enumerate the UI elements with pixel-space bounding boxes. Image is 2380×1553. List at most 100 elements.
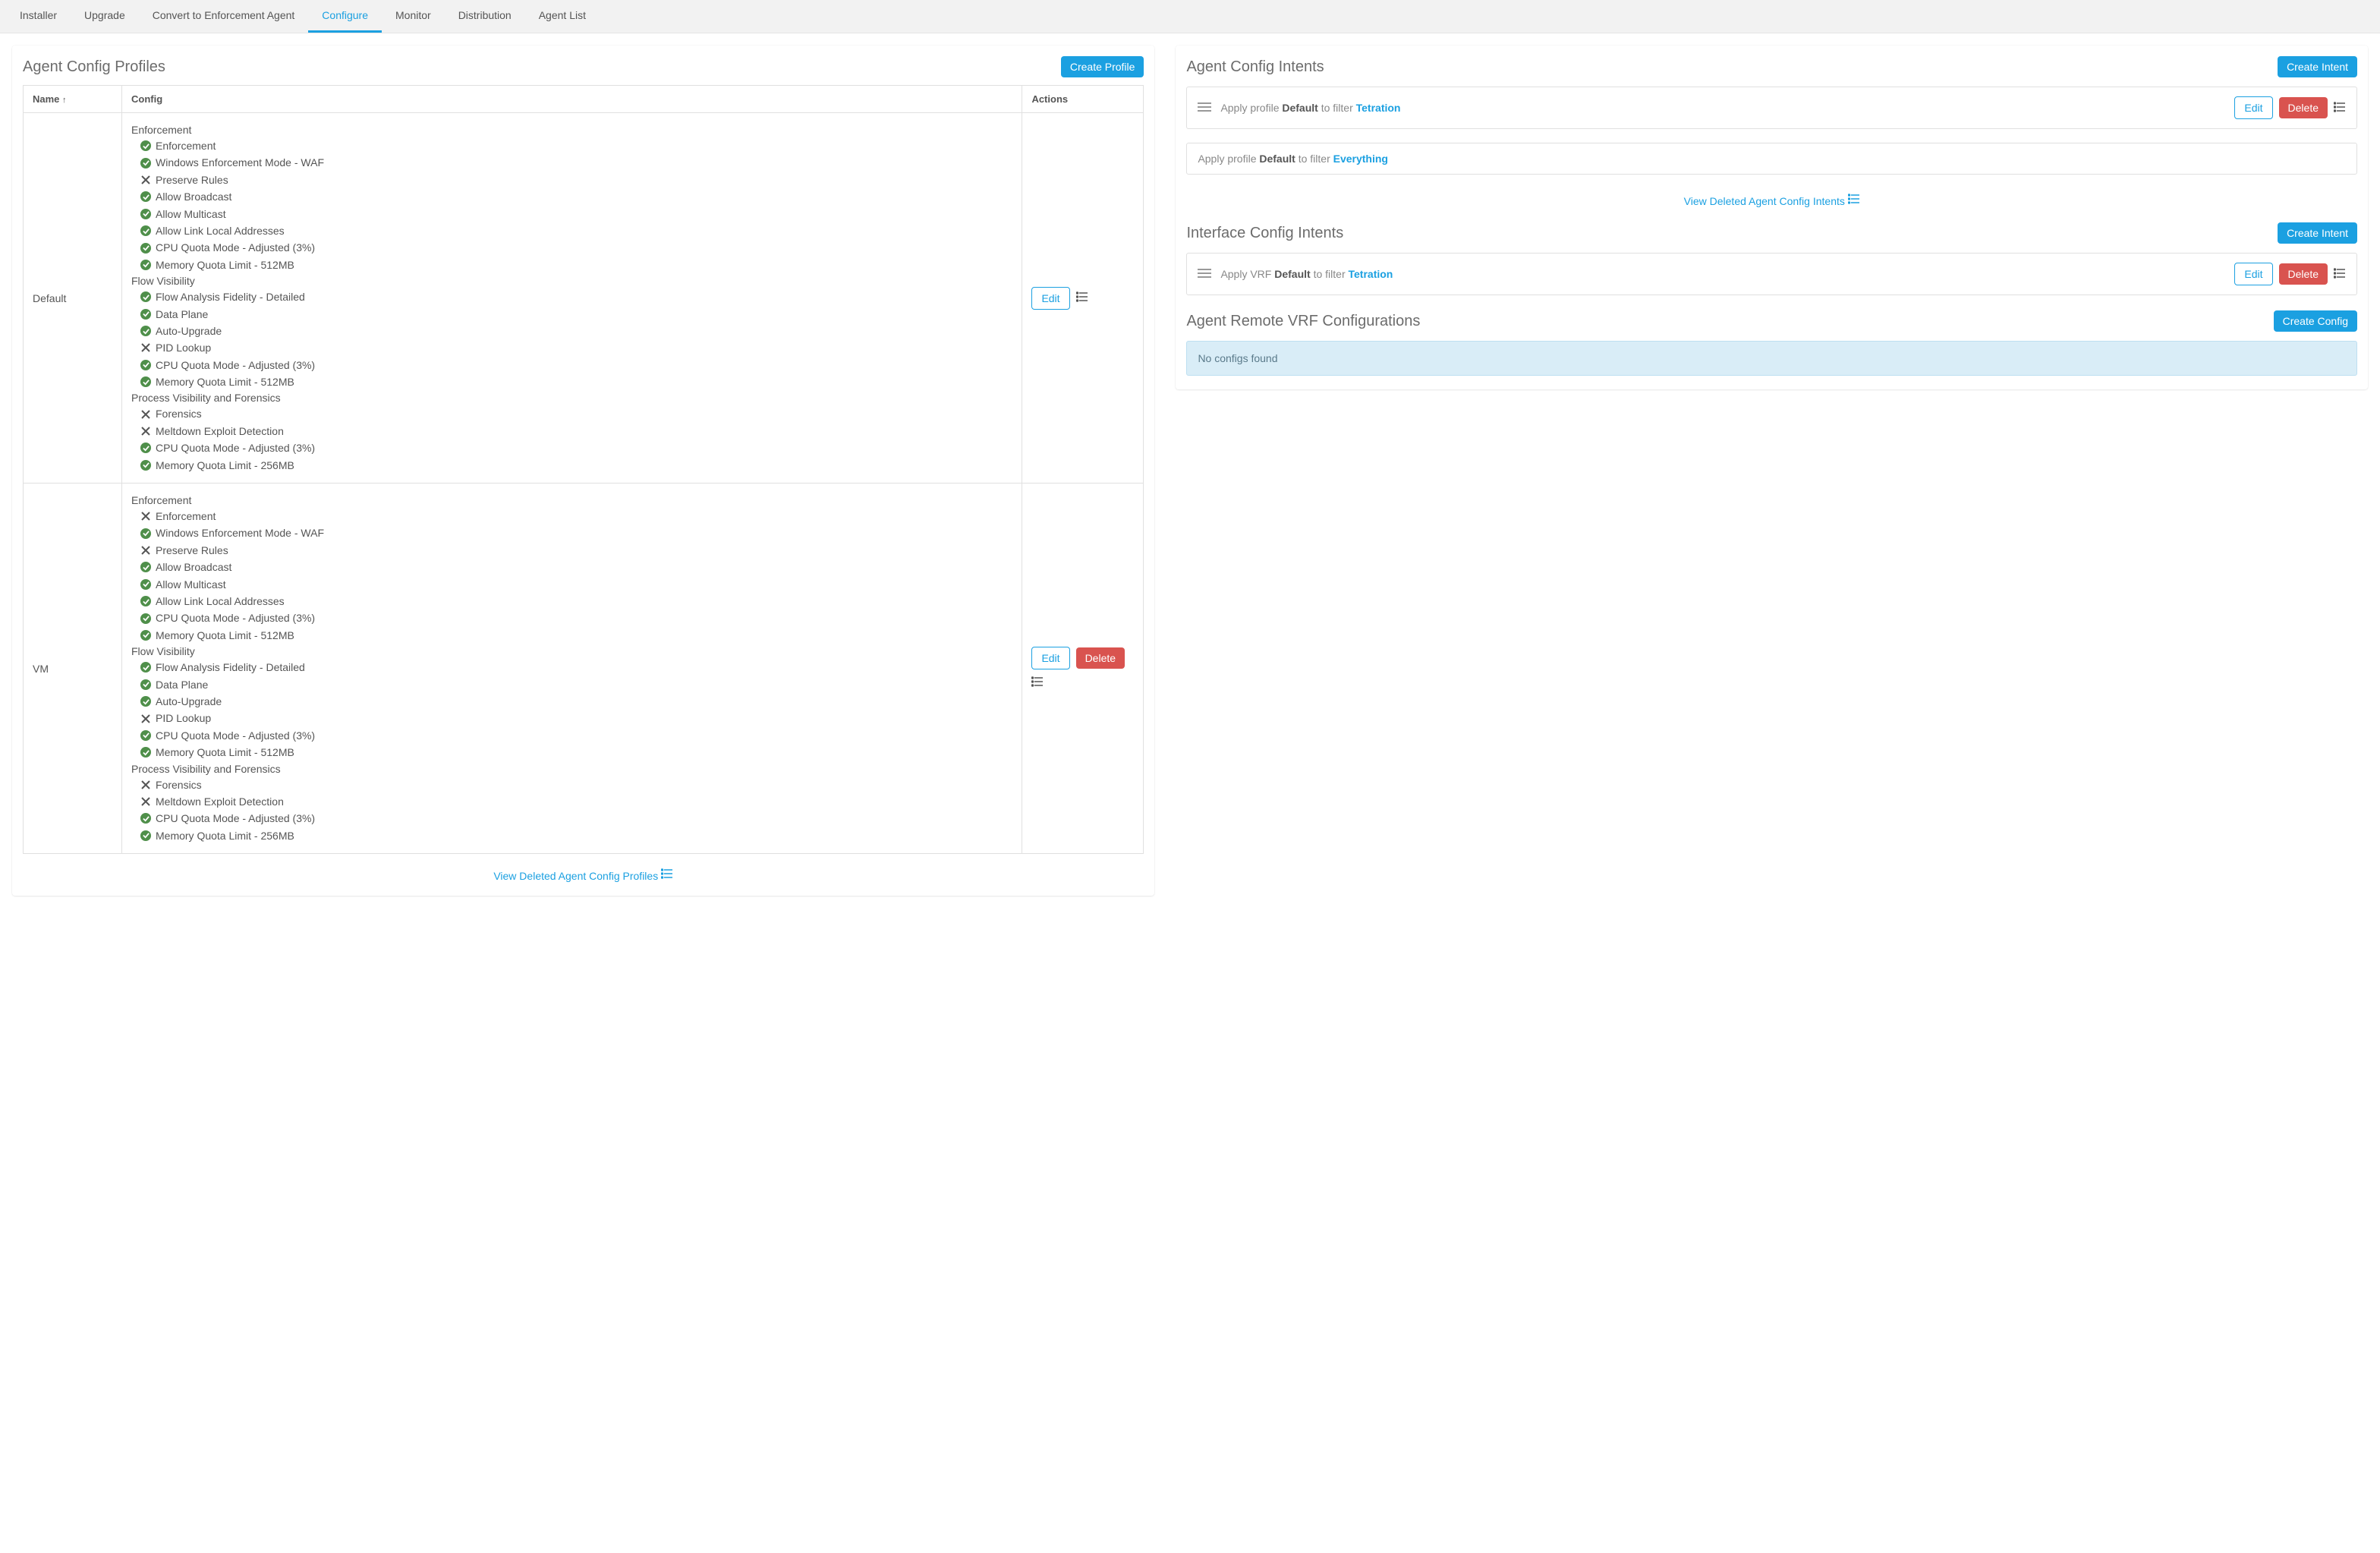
check-icon — [140, 243, 151, 254]
config-item: PID Lookup — [140, 710, 1012, 726]
config-item-text: CPU Quota Mode - Adjusted (3%) — [156, 727, 315, 744]
check-icon — [140, 562, 151, 572]
delete-button[interactable]: Delete — [2279, 97, 2328, 118]
list-icon[interactable] — [2334, 267, 2346, 282]
drag-handle-icon[interactable] — [1198, 268, 1211, 281]
profile-name: Default — [24, 113, 122, 484]
config-item: Memory Quota Limit - 256MB — [140, 827, 1012, 844]
config-item: Allow Multicast — [140, 206, 1012, 222]
config-intents-title: Agent Config Intents — [1186, 58, 1324, 76]
tab-installer[interactable]: Installer — [6, 0, 71, 33]
list-icon — [1848, 195, 1860, 207]
edit-button[interactable]: Edit — [2234, 96, 2272, 119]
tab-upgrade[interactable]: Upgrade — [71, 0, 139, 33]
delete-button[interactable]: Delete — [2279, 263, 2328, 285]
profile-config: EnforcementEnforcementWindows Enforcemen… — [122, 484, 1022, 854]
config-item: Auto-Upgrade — [140, 693, 1012, 710]
config-item: Memory Quota Limit - 512MB — [140, 744, 1012, 761]
list-icon[interactable] — [1031, 676, 1044, 690]
edit-button[interactable]: Edit — [1031, 647, 1069, 669]
config-item: Auto-Upgrade — [140, 323, 1012, 339]
create-remote-vrf-button[interactable]: Create Config — [2274, 310, 2357, 332]
config-item: Allow Broadcast — [140, 188, 1012, 205]
tab-monitor[interactable]: Monitor — [382, 0, 445, 33]
remote-vrf-title: Agent Remote VRF Configurations — [1186, 313, 1420, 330]
config-item-text: Allow Link Local Addresses — [156, 593, 285, 610]
table-row: DefaultEnforcementEnforcementWindows Enf… — [24, 113, 1144, 484]
x-icon — [140, 409, 151, 420]
config-item: Enforcement — [140, 508, 1012, 524]
config-item: Allow Multicast — [140, 576, 1012, 593]
x-icon — [140, 426, 151, 436]
config-item-text: Allow Broadcast — [156, 188, 231, 205]
config-item: Preserve Rules — [140, 172, 1012, 188]
intent-card: Apply profile Default to filter Tetratio… — [1186, 87, 2357, 129]
config-item-text: Meltdown Exploit Detection — [156, 793, 284, 810]
check-icon — [140, 158, 151, 169]
config-section-title: Enforcement — [131, 124, 1012, 136]
config-section-title: Flow Visibility — [131, 645, 1012, 657]
profiles-title: Agent Config Profiles — [23, 58, 165, 76]
check-icon — [140, 460, 151, 471]
config-item: Windows Enforcement Mode - WAF — [140, 154, 1012, 171]
check-icon — [140, 140, 151, 151]
config-item: Allow Link Local Addresses — [140, 222, 1012, 239]
x-icon — [140, 342, 151, 353]
config-item: CPU Quota Mode - Adjusted (3%) — [140, 610, 1012, 626]
config-item-text: Auto-Upgrade — [156, 323, 222, 339]
create-iface-intent-button[interactable]: Create Intent — [2278, 222, 2357, 244]
drag-handle-icon[interactable] — [1198, 102, 1211, 115]
view-deleted-config-intents-link[interactable]: View Deleted Agent Config Intents — [1684, 195, 1860, 207]
config-item-text: PID Lookup — [156, 339, 211, 356]
tab-agent-list[interactable]: Agent List — [525, 0, 600, 33]
config-item: Memory Quota Limit - 512MB — [140, 627, 1012, 644]
th-actions: Actions — [1022, 86, 1144, 113]
config-item: Windows Enforcement Mode - WAF — [140, 524, 1012, 541]
create-config-intent-button[interactable]: Create Intent — [2278, 56, 2357, 77]
config-item-text: Allow Multicast — [156, 206, 226, 222]
config-item-text: CPU Quota Mode - Adjusted (3%) — [156, 239, 315, 256]
config-item-text: Preserve Rules — [156, 542, 228, 559]
check-icon — [140, 830, 151, 841]
tab-convert-to-enforcement-agent[interactable]: Convert to Enforcement Agent — [139, 0, 309, 33]
profiles-table: Name ↑ Config Actions DefaultEnforcement… — [23, 85, 1144, 854]
delete-button[interactable]: Delete — [1076, 647, 1125, 669]
remote-vrf-section: Agent Remote VRF Configurations Create C… — [1186, 310, 2357, 376]
check-icon — [140, 291, 151, 302]
intent-card: Apply VRF Default to filter TetrationEdi… — [1186, 253, 2357, 295]
config-item: CPU Quota Mode - Adjusted (3%) — [140, 727, 1012, 744]
config-item-text: Windows Enforcement Mode - WAF — [156, 154, 324, 171]
check-icon — [140, 630, 151, 641]
config-item: PID Lookup — [140, 339, 1012, 356]
intents-panel: Agent Config Intents Create Intent Apply… — [1176, 46, 2368, 389]
list-icon[interactable] — [1076, 291, 1088, 305]
intent-card: Apply profile Default to filter Everythi… — [1186, 143, 2357, 175]
config-item-text: Memory Quota Limit - 512MB — [156, 627, 294, 644]
tab-configure[interactable]: Configure — [308, 0, 382, 33]
config-item: Enforcement — [140, 137, 1012, 154]
th-name[interactable]: Name ↑ — [24, 86, 122, 113]
list-icon[interactable] — [2334, 101, 2346, 115]
tab-distribution[interactable]: Distribution — [445, 0, 525, 33]
config-item: CPU Quota Mode - Adjusted (3%) — [140, 239, 1012, 256]
check-icon — [140, 528, 151, 539]
edit-button[interactable]: Edit — [2234, 263, 2272, 285]
edit-button[interactable]: Edit — [1031, 287, 1069, 310]
profile-name: VM — [24, 484, 122, 854]
view-deleted-profiles-link[interactable]: View Deleted Agent Config Profiles — [493, 870, 673, 882]
config-item: Memory Quota Limit - 512MB — [140, 257, 1012, 273]
config-item-text: CPU Quota Mode - Adjusted (3%) — [156, 357, 315, 373]
config-item: Flow Analysis Fidelity - Detailed — [140, 288, 1012, 305]
config-item-text: Memory Quota Limit - 256MB — [156, 457, 294, 474]
profile-actions: Edit Delete — [1022, 484, 1144, 854]
create-profile-button[interactable]: Create Profile — [1061, 56, 1144, 77]
config-section-title: Process Visibility and Forensics — [131, 392, 1012, 404]
check-icon — [140, 613, 151, 624]
config-item-text: Enforcement — [156, 508, 216, 524]
config-item-text: Memory Quota Limit - 256MB — [156, 827, 294, 844]
th-config[interactable]: Config — [122, 86, 1022, 113]
config-item-text: Allow Link Local Addresses — [156, 222, 285, 239]
iface-intents-title: Interface Config Intents — [1186, 225, 1343, 242]
config-item-text: Preserve Rules — [156, 172, 228, 188]
iface-intents-section: Interface Config Intents Create Intent A… — [1186, 222, 2357, 295]
